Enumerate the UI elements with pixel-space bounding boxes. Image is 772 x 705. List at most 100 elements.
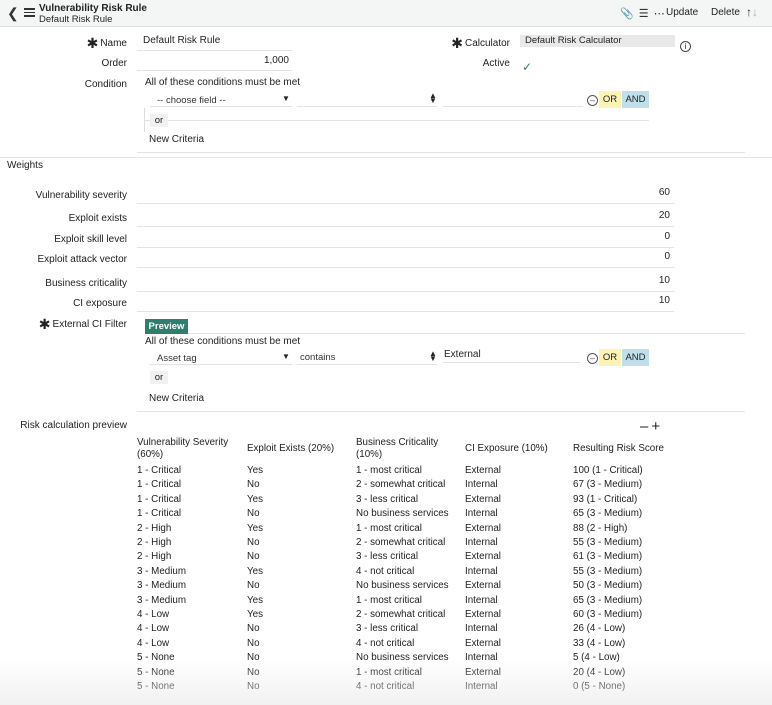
choose-field-select[interactable]: -- choose field -- <box>157 95 226 106</box>
new-criteria-link[interactable]: New Criteria <box>149 393 204 404</box>
table-row: 4 - Low No 3 - less critical Internal 26 (4 … <box>137 622 683 636</box>
table-cell: No <box>247 623 260 635</box>
table-cell: External <box>465 465 501 476</box>
table-cell: 4 - not critical <box>356 681 415 693</box>
table-row: 1 - Critical No 2 - somewhat critical Inter… <box>137 478 683 492</box>
plus-icon[interactable]: + <box>651 418 663 435</box>
column-header: Resulting Risk Score <box>573 443 664 454</box>
remove-condition-icon[interactable]: – <box>587 95 598 106</box>
table-cell: 33 (4 - Low) <box>573 637 626 649</box>
weights-title: Weights <box>7 160 43 171</box>
table-cell: No business services <box>356 580 449 592</box>
calculator-field[interactable]: Default Risk Calculator <box>520 35 675 47</box>
table-cell: 1 - Critical <box>137 493 182 505</box>
condition-heading: All of these conditions must be met <box>145 77 301 88</box>
table-cell: 55 (3 - Medium) <box>573 565 643 577</box>
divider <box>137 70 292 71</box>
external-ci-filter-label: ✱ External CI Filter <box>38 316 127 332</box>
updown-icon[interactable]: ▲ ▼ <box>429 92 437 105</box>
table-cell: 4 - not critical <box>356 565 415 577</box>
table-header-row: Vulnerability Severity (60%) Exploit Exi… <box>137 434 683 464</box>
filter-value-input[interactable]: External <box>444 349 481 360</box>
table-cell: 1 - most critical <box>356 465 422 476</box>
table-cell: 100 (1 - Critical) <box>573 465 643 476</box>
preview-button[interactable]: Preview <box>145 319 188 334</box>
name-field[interactable]: Default Risk Rule <box>143 35 220 46</box>
weight-label: CI exposure <box>73 298 127 309</box>
table-cell: External <box>465 522 501 534</box>
weight-value[interactable]: 60 <box>620 187 670 198</box>
form-header: ❮ Vulnerability Risk Rule Default Risk R… <box>0 0 772 27</box>
table-cell: Internal <box>465 508 498 520</box>
table-cell: 93 (1 - Critical) <box>573 493 638 505</box>
filter-heading: All of these conditions must be met <box>145 336 301 347</box>
column-header: Business Criticality (10%) <box>356 437 439 460</box>
divider <box>443 106 583 107</box>
table-cell: 50 (3 - Medium) <box>573 580 643 592</box>
table-cell: 5 - None <box>137 666 175 678</box>
or-button[interactable]: OR <box>599 91 621 108</box>
risk-preview-table: Vulnerability Severity (60%) Exploit Exi… <box>137 434 683 695</box>
table-cell: 26 (4 - Low) <box>573 623 626 635</box>
table-cell: 3 - Medium <box>137 580 186 592</box>
table-cell: 4 - Low <box>137 609 170 621</box>
divider <box>150 364 292 365</box>
required-icon: ✱ <box>38 316 51 332</box>
and-button[interactable]: AND <box>622 349 649 366</box>
table-cell: Yes <box>247 594 263 606</box>
attachment-icon[interactable]: 📎 <box>620 8 635 20</box>
risk-preview-label: Risk calculation preview <box>20 420 127 431</box>
table-cell: External <box>465 493 501 505</box>
asset-tag-select[interactable]: Asset tag <box>157 353 197 364</box>
divider <box>137 247 674 248</box>
page-subtitle: Default Risk Rule <box>39 14 113 25</box>
order-field[interactable]: 1,000 <box>237 55 289 66</box>
weight-value[interactable]: 10 <box>620 295 670 306</box>
minus-icon[interactable]: – <box>640 418 651 435</box>
weight-value[interactable]: 10 <box>620 275 670 286</box>
table-cell: No business services <box>356 652 449 664</box>
back-icon[interactable]: ❮ <box>7 6 19 20</box>
divider <box>137 411 745 412</box>
arrow-down-icon[interactable]: ↓ <box>752 5 758 19</box>
table-row: 1 - Critical No No business services Intern… <box>137 507 683 521</box>
table-cell: Internal <box>465 681 498 693</box>
active-checkbox[interactable]: ✓ <box>522 60 532 74</box>
table-cell: 0 (5 - None) <box>573 681 626 693</box>
operator-select[interactable]: contains <box>300 352 335 363</box>
and-button[interactable]: AND <box>622 91 649 108</box>
table-cell: 1 - Critical <box>137 508 182 520</box>
settings-icon[interactable]: ☰ <box>639 8 650 20</box>
divider <box>150 106 292 107</box>
chevron-down-icon[interactable]: ▼ <box>282 94 290 103</box>
table-cell: Internal <box>465 623 498 635</box>
new-criteria-link[interactable]: New Criteria <box>149 134 204 145</box>
column-header: Vulnerability Severity (60%) <box>137 437 229 460</box>
weight-value[interactable]: 20 <box>620 210 670 221</box>
name-label: ✱ Name <box>86 35 127 51</box>
calculator-label: ✱ Calculator <box>451 35 510 51</box>
weight-label: Exploit attack vector <box>37 254 127 265</box>
update-button[interactable]: Update <box>663 5 701 21</box>
table-cell: 65 (3 - Medium) <box>573 508 643 520</box>
table-cell: No <box>247 508 260 520</box>
weight-value[interactable]: 0 <box>620 251 670 262</box>
weight-label: Exploit exists <box>68 213 127 224</box>
delete-button[interactable]: Delete <box>708 5 743 21</box>
weight-value[interactable]: 0 <box>620 231 670 242</box>
menu-icon[interactable] <box>24 8 35 17</box>
required-icon: ✱ <box>86 35 99 51</box>
remove-condition-icon[interactable]: – <box>587 353 598 364</box>
updown-icon[interactable]: ▲ ▼ <box>429 350 437 363</box>
table-cell: Internal <box>465 537 498 549</box>
table-cell: No <box>247 666 260 678</box>
or-button[interactable]: OR <box>599 349 621 366</box>
table-cell: 65 (3 - Medium) <box>573 594 643 606</box>
table-cell: 5 - None <box>137 681 175 693</box>
table-cell: 61 (3 - Medium) <box>573 551 643 563</box>
chevron-down-icon[interactable]: ▼ <box>282 352 290 361</box>
divider <box>188 333 745 334</box>
table-cell: No <box>247 637 260 649</box>
info-icon[interactable]: i <box>680 41 691 52</box>
table-cell: 67 (3 - Medium) <box>573 479 643 491</box>
